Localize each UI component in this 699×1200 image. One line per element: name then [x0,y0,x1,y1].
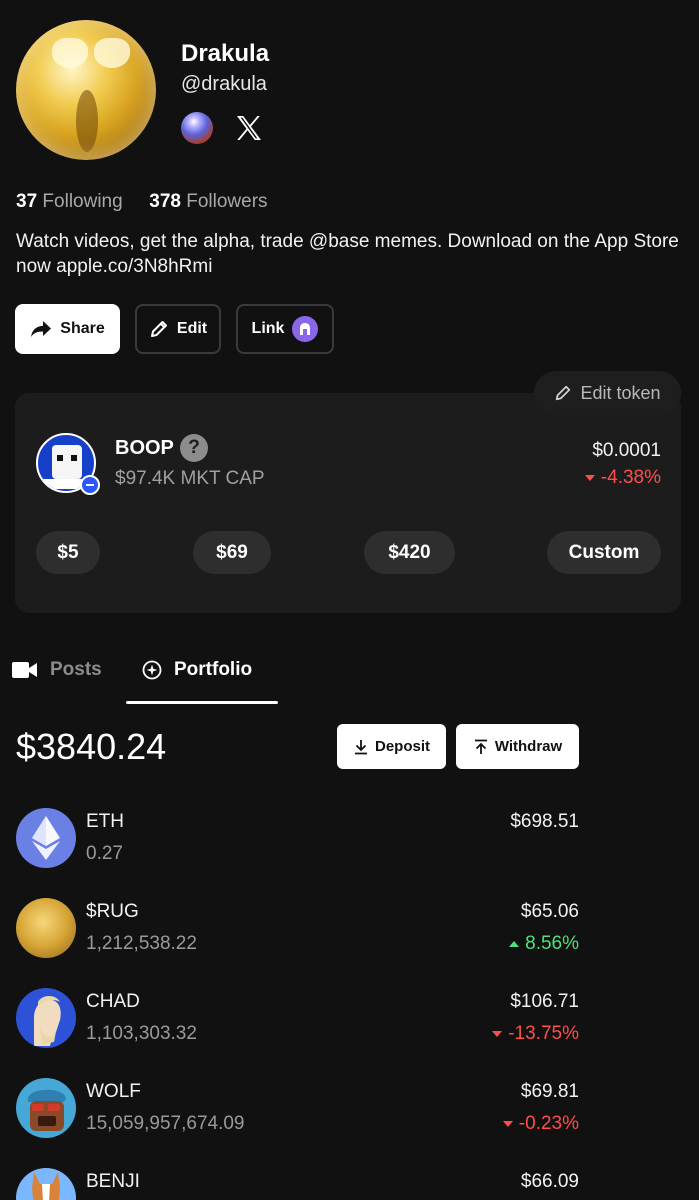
profile-name: Drakula [181,40,270,67]
holding-change: 8.56% [509,933,579,955]
token-change-value: -4.38% [600,467,661,488]
holding-symbol: ETH [86,811,124,832]
chad-coin-icon [16,988,76,1048]
edit-profile-button[interactable]: Edit [135,304,221,354]
help-icon[interactable]: ? [180,434,208,462]
following-count[interactable]: 37 [16,191,37,212]
holding-quantity: 15,059,957,674.09 [86,1113,245,1134]
holding-row[interactable]: WOLF 15,059,957,674.09 $69.81 -0.23% [0,1078,699,1168]
down-triangle-icon [502,1121,513,1127]
tab-portfolio-label: Portfolio [174,659,253,680]
avatar-rim [16,20,156,160]
share-label: Share [60,320,105,337]
profile-handle: @drakula [181,73,267,95]
holding-change: -0.23% [502,1113,579,1135]
profile-page: Drakula @drakula 37 Following 378 Follow… [0,0,699,1200]
followers-count[interactable]: 378 [149,191,181,212]
holding-quantity: 1,103,303.32 [86,1023,197,1044]
edit-token-label: Edit token [580,382,661,403]
buy-amount-button[interactable]: $420 [364,531,455,574]
token-price: $0.0001 [592,440,661,461]
holding-row[interactable]: $RUG 1,212,538.22 $65.06 8.56% [0,898,699,988]
upload-icon [474,739,487,754]
holding-value: $698.51 [510,811,579,832]
follow-stats: 37 Following 378 Followers [16,191,268,213]
holding-symbol: WOLF [86,1081,141,1102]
benji-coin-icon [16,1168,76,1200]
deposit-button[interactable]: Deposit [337,724,446,769]
holding-symbol: BENJI [86,1171,140,1192]
rug-coin-icon [16,898,76,958]
holding-change-value: 8.56% [525,933,579,954]
token-card [15,393,681,613]
holding-value: $106.71 [510,991,579,1012]
share-button[interactable]: Share [15,304,120,354]
followers-label[interactable]: Followers [186,191,267,212]
download-icon [354,739,367,754]
token-change: -4.38% [584,467,661,489]
minus-badge-icon [80,475,100,495]
holding-symbol: CHAD [86,991,140,1012]
profile-bio: Watch videos, get the alpha, trade @base… [16,231,679,277]
holding-value: $65.06 [520,901,579,922]
pencil-icon [150,321,167,337]
holding-row[interactable]: BENJI $66.09 [0,1168,699,1200]
profile-avatar[interactable] [16,20,156,160]
deposit-label: Deposit [374,738,430,755]
holding-value: $69.81 [520,1081,579,1102]
buy-custom-button[interactable]: Custom [547,531,661,574]
link-badge-icon [292,316,319,342]
eth-icon [16,808,76,868]
holding-row[interactable]: CHAD 1,103,303.32 $106.71 -13.75% [0,988,699,1078]
holding-change: -13.75% [492,1023,579,1045]
sparkle-circle-icon [142,660,162,680]
up-triangle-icon [509,941,520,947]
link-button[interactable]: Link [236,304,334,354]
edit-label: Edit [176,320,208,337]
withdraw-button[interactable]: Withdraw [456,724,579,769]
x-logo-icon[interactable] [233,112,265,144]
wolf-coin-icon [16,1078,76,1138]
holding-value: $66.09 [520,1171,579,1192]
holding-change-value: -0.23% [518,1113,579,1134]
token-name: BOOP [115,437,174,459]
down-triangle-icon [584,475,595,481]
withdraw-label: Withdraw [494,738,563,755]
token-market-cap: $97.4K MKT CAP [115,468,265,489]
link-label: Link [251,320,285,337]
buy-amount-button[interactable]: $69 [193,531,271,574]
holding-symbol: $RUG [86,901,139,922]
active-tab-indicator [126,701,278,704]
holding-row[interactable]: ETH 0.27 $698.51 [0,808,699,898]
tab-posts-label: Posts [50,659,102,680]
holding-quantity: 0.27 [86,843,123,864]
portfolio-total: $3840.24 [16,726,167,767]
holding-quantity: 1,212,538.22 [86,933,197,954]
buy-amount-button[interactable]: $5 [36,531,100,574]
following-label[interactable]: Following [42,191,122,212]
video-camera-icon [12,662,37,678]
tab-posts[interactable]: Posts [12,655,102,685]
pencil-icon [556,385,571,401]
holding-change-value: -13.75% [508,1023,579,1044]
share-arrow-icon [31,321,52,337]
tab-portfolio[interactable]: Portfolio [142,655,252,685]
down-triangle-icon [492,1031,503,1037]
orb-icon[interactable] [181,112,213,144]
edit-token-button[interactable]: Edit token [534,371,681,415]
